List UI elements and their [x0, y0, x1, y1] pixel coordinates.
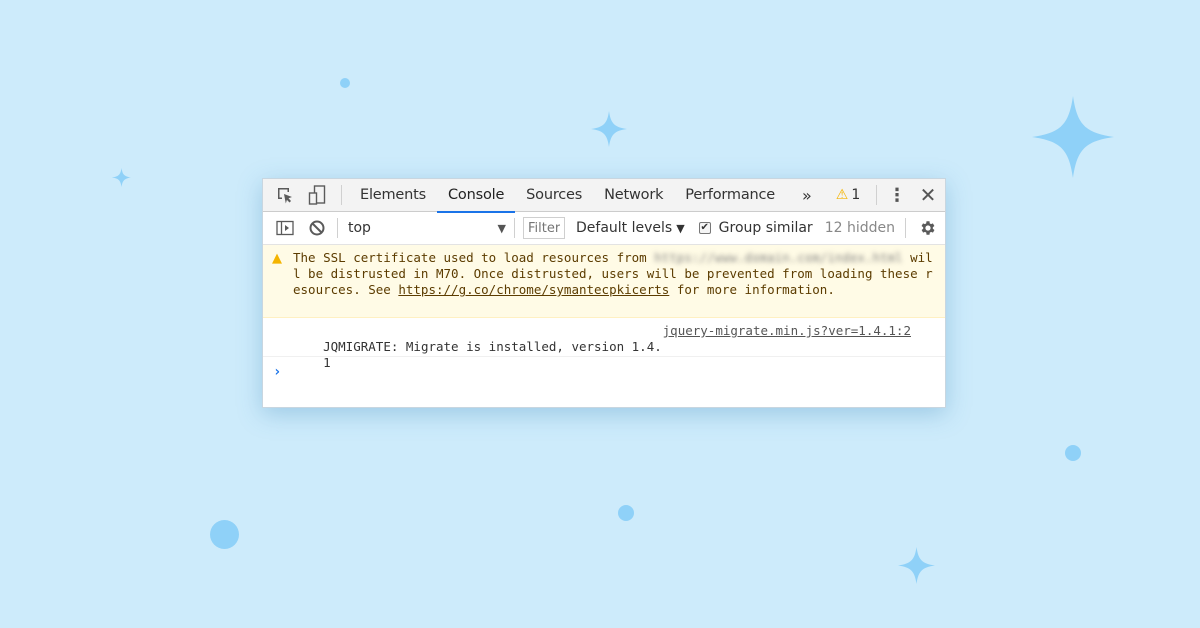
sparkle-bottom-icon [898, 547, 935, 584]
warning-text: for more information. [669, 282, 835, 297]
more-options-icon[interactable]: ⋮ [883, 185, 911, 206]
divider [337, 218, 338, 238]
device-toolbar-icon[interactable] [301, 179, 333, 211]
warning-count: 1 [851, 187, 861, 203]
sparkle-large-icon [1032, 95, 1114, 179]
more-tabs-button[interactable]: » [786, 186, 822, 205]
divider [341, 185, 342, 205]
log-text: JQMIGRATE: Migrate is installed, version… [323, 339, 662, 370]
divider [904, 218, 906, 238]
source-link[interactable]: jquery-migrate.min.js?ver=1.4.1:2 [663, 323, 911, 339]
tab-elements[interactable]: Elements [349, 179, 437, 212]
divider [514, 218, 515, 238]
clear-console-icon[interactable] [301, 212, 333, 244]
tab-console[interactable]: Console [437, 179, 516, 213]
warning-icon: ⚠ [835, 187, 849, 203]
context-selector[interactable]: top ▼ [342, 215, 512, 241]
dot-small-top [340, 78, 350, 88]
group-similar-checkbox[interactable]: ✔ [698, 222, 711, 234]
dot-large [210, 520, 239, 549]
tab-network[interactable]: Network [593, 179, 674, 212]
sparkle-small-icon [112, 168, 131, 187]
group-similar-label: Group similar [718, 220, 813, 236]
dot-small-bottom [618, 505, 634, 521]
divider [876, 185, 877, 205]
console-log-message: JQMIGRATE: Migrate is installed, version… [263, 318, 945, 370]
close-icon[interactable]: ✕ [911, 183, 945, 207]
devtools-panel: Elements Console Sources Network Perform… [262, 178, 946, 408]
log-levels-dropdown[interactable]: Default levels ▼ [576, 220, 685, 236]
dot-small-right [1065, 445, 1081, 461]
dropdown-arrow-icon: ▼ [497, 221, 506, 235]
hidden-count: 12 hidden [824, 220, 895, 236]
sparkle-medium-icon [591, 111, 627, 147]
blurred-url: https://www.domain.com/index.html [654, 250, 903, 265]
context-value: top [348, 220, 371, 236]
inspect-element-icon[interactable] [269, 179, 301, 211]
show-console-sidebar-icon[interactable] [269, 212, 301, 244]
tab-sources[interactable]: Sources [515, 179, 593, 212]
dropdown-arrow-icon: ▼ [676, 221, 685, 235]
filter-input[interactable] [523, 217, 565, 239]
tab-performance[interactable]: Performance [674, 179, 786, 212]
warning-text: The SSL certificate used to load resourc… [293, 250, 655, 265]
devtools-tabbar: Elements Console Sources Network Perform… [263, 179, 945, 213]
gear-icon[interactable] [911, 219, 945, 237]
prompt-chevron-icon: › [273, 364, 282, 380]
group-similar-toggle[interactable]: ✔ Group similar [698, 220, 813, 236]
log-levels-label: Default levels [576, 220, 673, 236]
symantec-info-link[interactable]: https://g.co/chrome/symantecpkicerts [398, 282, 669, 297]
warning-icon: ▲ [272, 251, 282, 266]
console-toolbar: top ▼ Default levels ▼ ✔ Group similar 1… [263, 212, 945, 245]
console-warning-message: ▲ The SSL certificate used to load resour… [263, 245, 945, 318]
warning-counter[interactable]: ⚠ 1 [836, 187, 860, 203]
